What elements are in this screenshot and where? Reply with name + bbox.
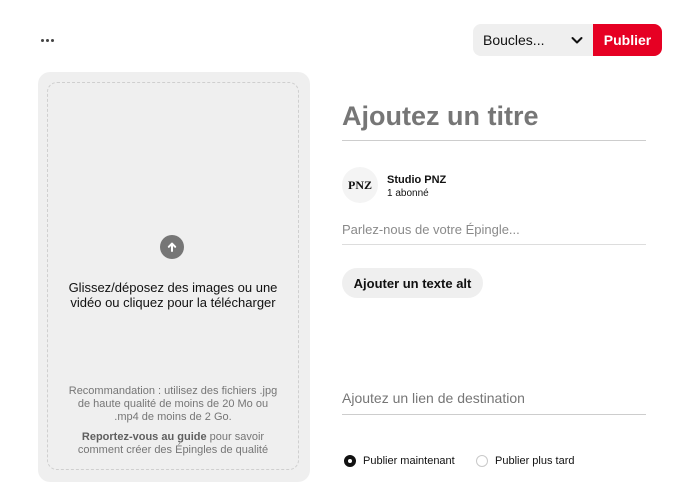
upload-recommendation: Recommandation : utilisez des fichiers .…: [68, 385, 278, 423]
publish-later-label: Publier plus tard: [495, 455, 575, 467]
dot: [40, 38, 44, 42]
publish-later-option[interactable]: Publier plus tard: [476, 454, 575, 468]
add-alt-text-button[interactable]: Ajouter un texte alt: [342, 268, 483, 298]
publish-now-option[interactable]: Publier maintenant: [344, 454, 455, 468]
more-options-icon[interactable]: [36, 30, 58, 50]
upload-card: Glissez/déposez des images ou une vidéo …: [38, 72, 310, 482]
title-input[interactable]: Ajoutez un titre: [342, 100, 646, 141]
destination-link-input[interactable]: Ajoutez un lien de destination: [342, 390, 646, 415]
dot: [45, 38, 49, 42]
board-select-value: Boucles...: [483, 32, 545, 48]
user-name: Studio PNZ: [387, 174, 447, 186]
upload-instructions: Glissez/déposez des images ou une vidéo …: [68, 280, 278, 310]
description-input[interactable]: Parlez-nous de votre Épingle...: [342, 222, 646, 245]
publish-now-label: Publier maintenant: [363, 455, 455, 467]
radio-checked[interactable]: [344, 455, 356, 467]
chevron-down-icon: [571, 37, 583, 44]
radio-unchecked[interactable]: [476, 455, 488, 467]
arrow-up-circle-icon: [160, 235, 184, 259]
user-followers: 1 abonné: [387, 188, 429, 199]
avatar: PNZ: [342, 167, 378, 203]
upload-dropzone[interactable]: Glissez/déposez des images ou une vidéo …: [47, 82, 299, 470]
dot: [50, 38, 54, 42]
guide-link[interactable]: Reportez-vous au guide: [82, 431, 207, 443]
publish-button[interactable]: Publier: [593, 24, 662, 56]
board-select[interactable]: Boucles...: [473, 24, 594, 56]
upload-guide-text: Reportez-vous au guide pour savoir comme…: [66, 431, 280, 457]
